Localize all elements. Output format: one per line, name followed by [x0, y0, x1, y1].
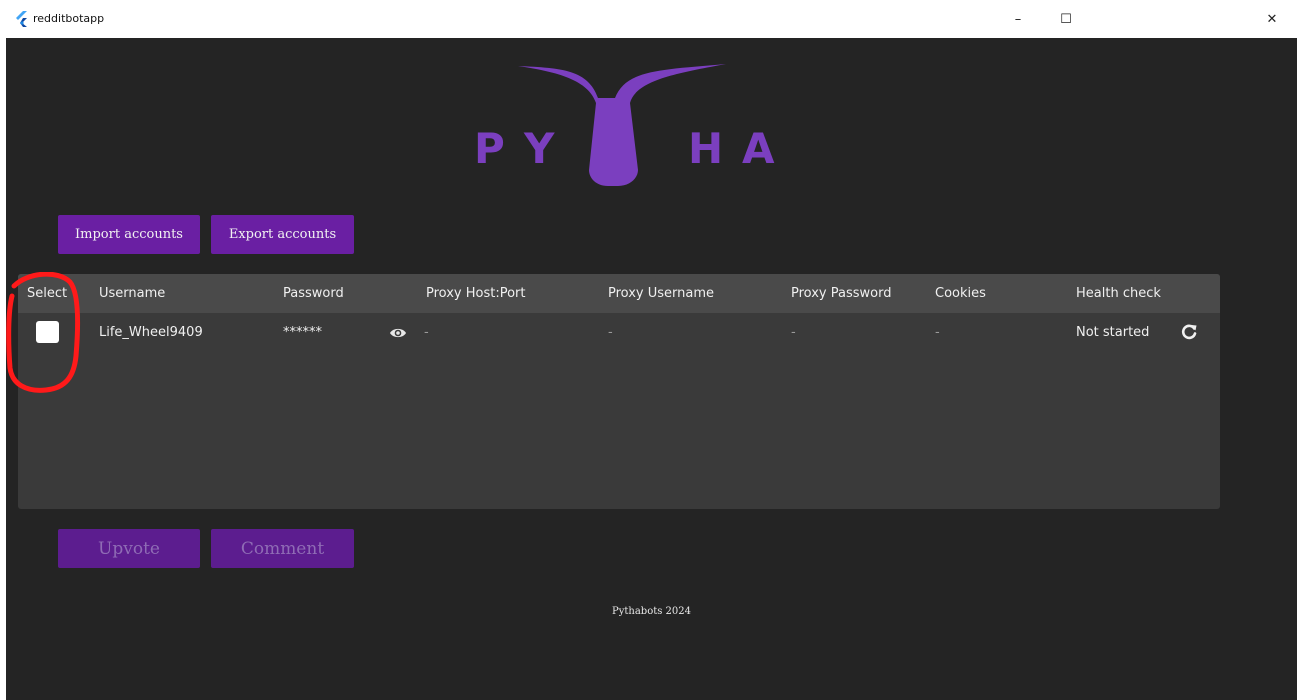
logo-letter-a: A [742, 124, 775, 173]
column-header-username: Username [99, 286, 166, 301]
upvote-button[interactable]: Upvote [58, 529, 200, 568]
annotation-circle [6, 272, 81, 393]
footer-text: Pythabots 2024 [612, 606, 691, 617]
flutter-icon [16, 11, 27, 27]
close-button[interactable]: ✕ [1249, 0, 1295, 38]
eye-icon[interactable] [389, 326, 407, 340]
import-accounts-button[interactable]: Import accounts [58, 215, 200, 254]
table-header: Select Username Password Proxy Host:Port… [18, 274, 1220, 313]
health-check-status: Not started [1076, 325, 1150, 340]
username-cell: Life_Wheel9409 [99, 325, 203, 340]
minimize-button[interactable]: – [995, 0, 1041, 38]
pytha-logo: P Y H A [468, 58, 788, 198]
proxy-host-port-cell: - [424, 325, 429, 340]
column-header-password: Password [283, 286, 344, 301]
column-header-cookies: Cookies [935, 286, 986, 301]
comment-button[interactable]: Comment [211, 529, 354, 568]
column-header-health-check: Health check [1076, 286, 1161, 301]
accounts-table: Select Username Password Proxy Host:Port… [18, 274, 1220, 509]
cookies-cell: - [935, 325, 940, 340]
title-bar: redditbotapp – ☐ ✕ [0, 0, 1297, 38]
column-header-proxy-host-port: Proxy Host:Port [426, 286, 526, 301]
logo-letter-p: P [474, 124, 505, 173]
tail-logo-icon [518, 64, 726, 186]
refresh-icon[interactable] [1181, 324, 1197, 340]
window-title: redditbotapp [33, 12, 105, 25]
export-accounts-button[interactable]: Export accounts [211, 215, 354, 254]
column-header-proxy-password: Proxy Password [791, 286, 892, 301]
app-window: P Y H A Import accounts Export accounts … [6, 38, 1297, 700]
logo-letter-y: Y [524, 124, 555, 173]
logo-letter-h: H [688, 124, 724, 173]
proxy-username-cell: - [608, 325, 613, 340]
password-cell: ****** [283, 325, 322, 340]
maximize-button[interactable]: ☐ [1043, 0, 1089, 38]
proxy-password-cell: - [791, 325, 796, 340]
column-header-proxy-username: Proxy Username [608, 286, 715, 301]
